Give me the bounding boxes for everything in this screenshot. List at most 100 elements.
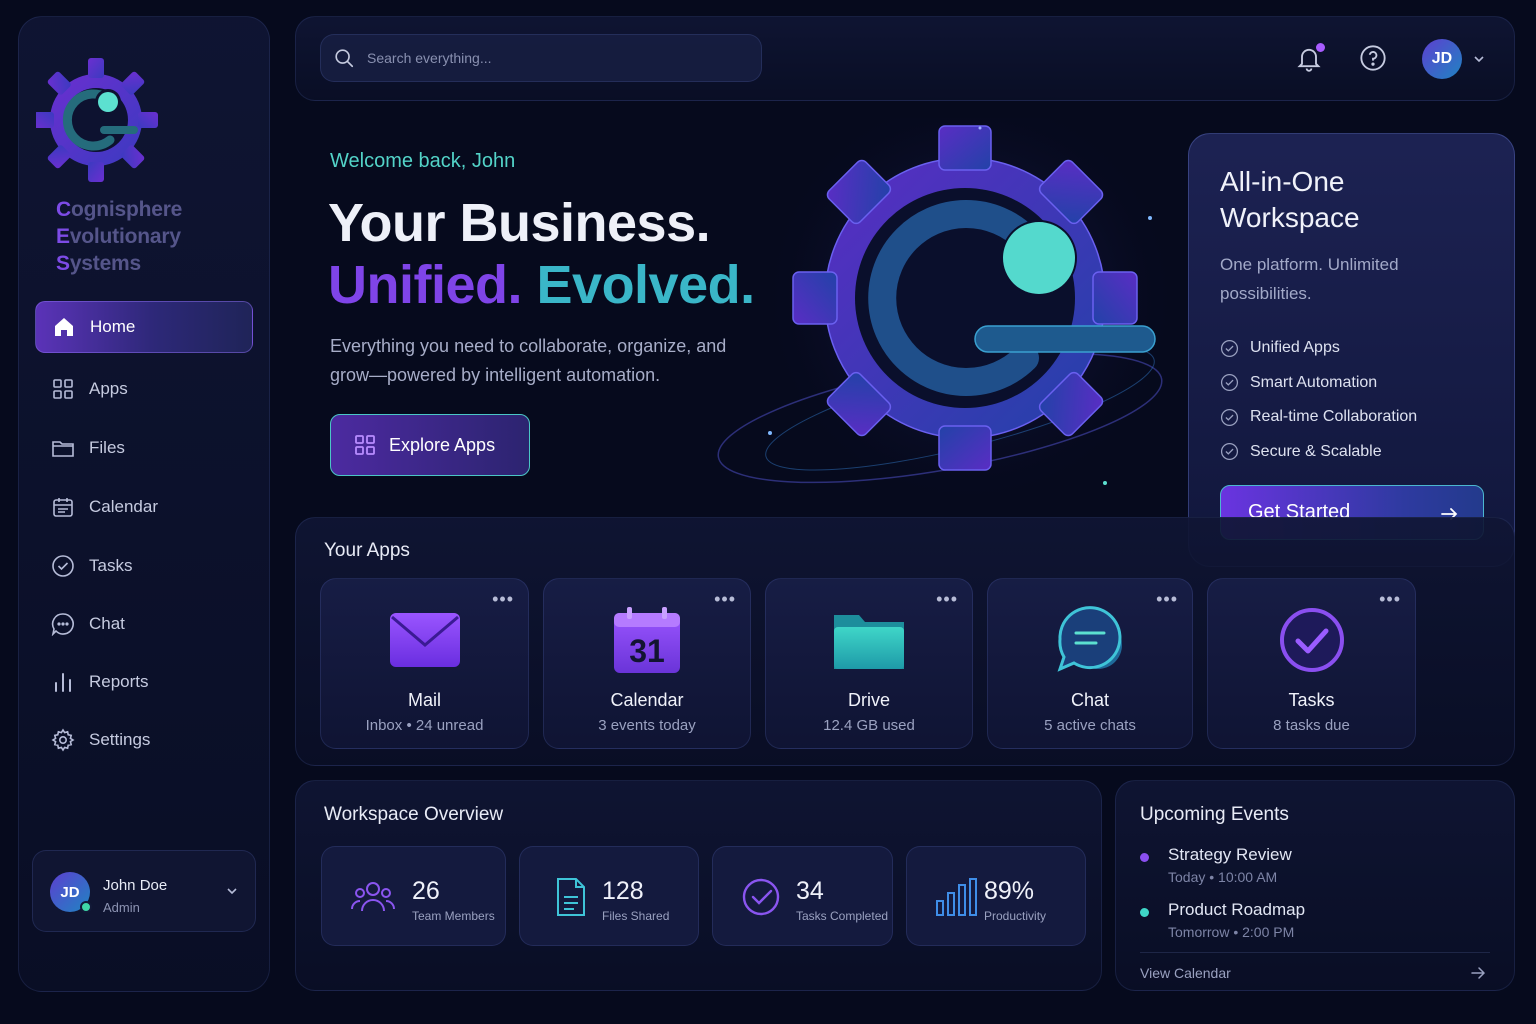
event-title: Strategy Review xyxy=(1168,845,1292,864)
check-circle-icon xyxy=(1220,408,1239,426)
sidebar-item-tasks[interactable]: Tasks xyxy=(35,540,253,592)
feature-item: Real-time Collaboration xyxy=(1220,400,1417,435)
sidebar-item-apps[interactable]: Apps xyxy=(35,363,253,415)
home-icon xyxy=(55,318,73,336)
stat-card-productivity: 89% Productivity xyxy=(906,846,1086,946)
more-options-button[interactable]: ••• xyxy=(1379,589,1401,610)
more-options-button[interactable]: ••• xyxy=(1156,589,1178,610)
app-meta: Inbox • 24 unread xyxy=(365,717,484,734)
chat-icon xyxy=(1057,606,1122,672)
app-name: Calendar xyxy=(610,690,684,710)
app-card-tasks[interactable]: ••• Tasks 8 tasks due xyxy=(1207,578,1416,749)
folder-icon xyxy=(834,615,904,669)
header-avatar[interactable]: JD xyxy=(1422,39,1462,79)
user-role: Admin xyxy=(103,900,140,915)
sidebar-item-files[interactable]: Files xyxy=(35,422,253,474)
app-card-mail[interactable]: ••• Mail Inbox • 24 unread xyxy=(320,578,529,749)
event-time: Tomorrow • 2:00 PM xyxy=(1168,924,1295,940)
chat-icon xyxy=(51,613,74,636)
hero-title: Your Business. xyxy=(328,193,711,253)
stat-card-files-shared: 128 Files Shared xyxy=(519,846,699,946)
gear-icon xyxy=(51,728,75,752)
stat-label: Tasks Completed xyxy=(796,909,889,923)
view-calendar-link[interactable]: View Calendar xyxy=(1140,965,1231,981)
sidebar-item-label: Calendar xyxy=(89,497,158,516)
arrow-right-icon[interactable] xyxy=(1470,965,1486,981)
overview-title: Workspace Overview xyxy=(324,804,504,825)
check-circle-icon xyxy=(1220,374,1239,392)
app-name: Chat xyxy=(1070,690,1110,710)
stat-value: 89% xyxy=(984,877,1035,905)
feature-item: Smart Automation xyxy=(1220,366,1417,401)
more-options-button[interactable]: ••• xyxy=(714,589,736,610)
feature-item: Secure & Scalable xyxy=(1220,435,1417,470)
brand-line1: ognisphere xyxy=(70,198,183,221)
sidebar-item-label: Apps xyxy=(89,379,128,398)
sidebar-item-calendar[interactable]: Calendar xyxy=(35,481,253,533)
check-circle-icon xyxy=(1220,443,1239,461)
sidebar-item-chat[interactable]: Chat xyxy=(35,598,253,650)
apps-title: Your Apps xyxy=(324,540,410,561)
more-options-button[interactable]: ••• xyxy=(936,589,958,610)
sidebar-item-label: Tasks xyxy=(89,556,133,575)
stat-value: 34 xyxy=(796,877,824,905)
search-icon xyxy=(335,49,354,68)
chevron-down-icon[interactable] xyxy=(1472,52,1486,66)
stat-label: Team Members xyxy=(412,909,495,923)
logo-icon xyxy=(36,58,158,182)
top-bar: JD xyxy=(295,16,1515,101)
stat-value: 26 xyxy=(412,877,440,905)
event-title: Product Roadmap xyxy=(1168,900,1306,919)
file-icon xyxy=(557,878,585,916)
app-name: Tasks xyxy=(1288,690,1335,710)
users-icon xyxy=(351,882,395,912)
check-circle-icon xyxy=(1279,608,1344,672)
search-input[interactable] xyxy=(367,50,727,66)
check-circle-icon xyxy=(742,878,780,916)
sidebar-item-settings[interactable]: Settings xyxy=(35,714,253,766)
sidebar-item-reports[interactable]: Reports xyxy=(35,656,253,708)
sidebar-item-home[interactable]: Home xyxy=(35,301,253,353)
feature-item-label: Secure & Scalable xyxy=(1250,442,1382,460)
hero-subtitle-evolved: Evolved. xyxy=(536,255,756,315)
user-menu[interactable]: JD John Doe Admin xyxy=(32,850,256,932)
chevron-down-icon[interactable] xyxy=(225,884,239,898)
feature-item-label: Real-time Collaboration xyxy=(1250,408,1418,426)
notification-badge xyxy=(1316,43,1325,52)
feature-item-label: Smart Automation xyxy=(1250,373,1378,391)
search-bar[interactable] xyxy=(320,34,762,82)
event-time: Today • 10:00 AM xyxy=(1168,869,1278,885)
stat-card-tasks-completed: 34 Tasks Completed xyxy=(712,846,893,946)
more-options-button[interactable]: ••• xyxy=(492,589,514,610)
welcome-message: Welcome back, John xyxy=(330,150,516,172)
hero-gear-illustration xyxy=(717,118,1180,508)
events-title: Upcoming Events xyxy=(1140,804,1289,825)
mail-icon xyxy=(389,613,460,667)
grid-icon xyxy=(53,379,73,399)
sidebar-item-label: Settings xyxy=(89,730,151,749)
brand-name: Cognisphere Evolutionary Systems xyxy=(56,198,183,275)
grid-icon xyxy=(355,435,375,455)
feature-title: All-in-One Workspace xyxy=(1220,166,1360,233)
help-icon[interactable] xyxy=(1359,44,1387,72)
stat-label: Productivity xyxy=(984,909,1047,923)
feature-description: One platform. Unlimited possibilities. xyxy=(1220,255,1399,303)
app-meta: 12.4 GB used xyxy=(823,717,915,734)
user-name: John Doe xyxy=(103,877,168,894)
app-card-chat[interactable]: ••• Chat 5 active chats xyxy=(987,578,1193,749)
sidebar-item-label: Chat xyxy=(89,614,125,633)
folder-icon xyxy=(52,441,74,457)
app-meta: 3 events today xyxy=(598,717,696,734)
sidebar-item-label: Files xyxy=(89,438,125,457)
app-card-calendar[interactable]: ••• 31 Calendar 3 events today xyxy=(543,578,751,749)
explore-apps-button[interactable]: Explore Apps xyxy=(330,414,530,476)
event-dot xyxy=(1140,853,1149,862)
stat-label: Files Shared xyxy=(602,909,670,923)
app-card-drive[interactable]: ••• Drive 12.4 GB used xyxy=(765,578,973,749)
hero-subtitle-unified: Unified. xyxy=(328,255,523,315)
bar-chart-icon xyxy=(936,878,977,916)
feature-list: Unified Apps Smart Automation Real-time … xyxy=(1220,331,1417,469)
app-meta: 8 tasks due xyxy=(1273,717,1350,734)
hero-subtitle: Unified. Evolved. xyxy=(328,254,755,316)
feature-item-label: Unified Apps xyxy=(1250,339,1340,357)
